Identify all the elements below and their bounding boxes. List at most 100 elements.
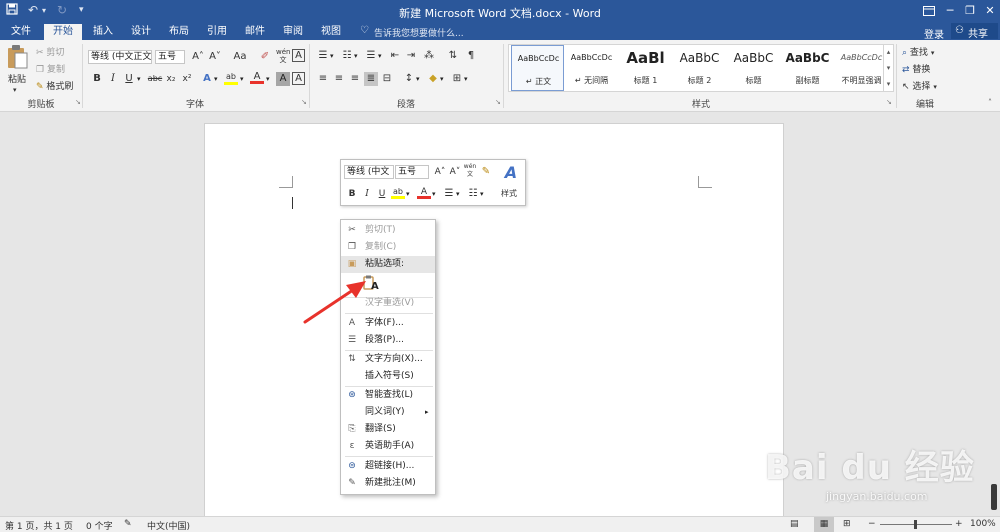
menu-item-cut[interactable]: ✂ 剪切(T) bbox=[341, 222, 435, 239]
menu-item-hyperlink[interactable]: ⊜ 超链接(H)... bbox=[341, 458, 435, 475]
share-button[interactable]: ⚇ 共享 bbox=[951, 23, 998, 40]
tab-review[interactable]: 审阅 bbox=[276, 24, 310, 40]
copy-button[interactable]: ❐ 复制 bbox=[36, 62, 65, 75]
zoom-in-button[interactable]: + bbox=[955, 519, 963, 529]
word-count[interactable]: 0 个字 bbox=[86, 519, 113, 532]
font-color-dropdown-icon[interactable]: ▾ bbox=[266, 75, 270, 83]
mini-styles-icon[interactable]: A bbox=[499, 163, 523, 183]
align-left-icon[interactable]: ≡ bbox=[316, 72, 330, 86]
shading-icon[interactable]: ◆ bbox=[426, 72, 440, 86]
menu-item-english-assistant[interactable]: ε 英语助手(A) bbox=[341, 438, 435, 455]
mini-font-color-dropdown-icon[interactable]: ▾ bbox=[432, 190, 436, 198]
style-subtitle[interactable]: AaBbC 副标题 bbox=[781, 45, 834, 91]
minimize-button[interactable]: ─ bbox=[939, 2, 961, 20]
align-right-icon[interactable]: ≡ bbox=[348, 72, 362, 86]
multilevel-list-icon[interactable]: ☰ bbox=[364, 49, 378, 63]
close-button[interactable]: ✕ bbox=[979, 2, 1000, 20]
mini-numbering-dropdown-icon[interactable]: ▾ bbox=[480, 190, 484, 198]
borders-dropdown-icon[interactable]: ▾ bbox=[464, 75, 468, 83]
sort-icon[interactable]: ⇅ bbox=[446, 49, 460, 63]
replace-button[interactable]: ⇄ 替换 bbox=[902, 62, 930, 75]
change-case-icon[interactable]: Aa bbox=[229, 50, 251, 64]
menu-item-paragraph[interactable]: ☰ 段落(P)... bbox=[341, 332, 435, 349]
sign-in-link[interactable]: 登录 bbox=[924, 26, 944, 41]
menu-item-translate[interactable]: ⎘ 翻译(S) bbox=[341, 421, 435, 438]
select-button[interactable]: ↖ 选择 ▾ bbox=[902, 79, 937, 92]
web-layout-icon[interactable]: ⊞ bbox=[843, 519, 851, 529]
collapse-ribbon-icon[interactable]: ˄ bbox=[988, 98, 992, 107]
distributed-icon[interactable]: ⊟ bbox=[380, 72, 394, 86]
zoom-slider-thumb[interactable] bbox=[914, 520, 917, 529]
read-mode-icon[interactable]: ▤ bbox=[790, 519, 799, 529]
paste-button[interactable] bbox=[6, 44, 30, 72]
tab-design[interactable]: 设计 bbox=[124, 24, 158, 40]
shrink-font-icon[interactable]: A˅ bbox=[208, 50, 222, 64]
grow-font-icon[interactable]: A˄ bbox=[191, 50, 205, 64]
clipboard-launcher-icon[interactable]: ↘ bbox=[75, 98, 81, 106]
styles-scroll[interactable]: ▴ ▾ ▾ bbox=[883, 44, 893, 92]
char-shading-icon[interactable]: A bbox=[276, 72, 290, 86]
font-size-combo[interactable]: 五号 bbox=[155, 50, 185, 64]
menu-item-synonyms[interactable]: 同义词(Y) ▸ bbox=[341, 404, 435, 421]
enclose-char-icon[interactable]: A bbox=[292, 49, 305, 62]
mini-highlight-icon[interactable]: ab bbox=[391, 185, 405, 199]
tab-home[interactable]: 开始 bbox=[44, 24, 82, 40]
mini-phonetic-icon[interactable]: wén 文 bbox=[463, 163, 477, 178]
mini-bullets-icon[interactable]: ☰ bbox=[442, 187, 456, 201]
page-count[interactable]: 第 1 页，共 1 页 bbox=[5, 519, 73, 532]
mini-font-color-icon[interactable]: A bbox=[417, 185, 431, 199]
strikethrough-icon[interactable]: abc bbox=[146, 72, 164, 86]
language-indicator[interactable]: 中文(中国) bbox=[147, 519, 190, 532]
mini-underline-icon[interactable]: U bbox=[375, 187, 389, 201]
justify-icon[interactable]: ≣ bbox=[364, 72, 378, 86]
subscript-icon[interactable]: x₂ bbox=[164, 72, 178, 86]
tab-view[interactable]: 视图 bbox=[314, 24, 348, 40]
menu-item-new-comment[interactable]: ✎ 新建批注(M) bbox=[341, 475, 435, 492]
paragraph-launcher-icon[interactable]: ↘ bbox=[495, 98, 501, 106]
mini-bullets-dropdown-icon[interactable]: ▾ bbox=[456, 190, 460, 198]
mini-grow-font-icon[interactable]: A˄ bbox=[433, 165, 447, 179]
line-spacing-dropdown-icon[interactable]: ▾ bbox=[416, 75, 420, 83]
align-center-icon[interactable]: ≡ bbox=[332, 72, 346, 86]
paste-dropdown-icon[interactable]: ▾ bbox=[13, 86, 17, 94]
increase-indent-icon[interactable]: ⇥ bbox=[404, 49, 418, 63]
tab-insert[interactable]: 插入 bbox=[86, 24, 120, 40]
mini-shrink-font-icon[interactable]: A˅ bbox=[448, 165, 462, 179]
highlight-dropdown-icon[interactable]: ▾ bbox=[240, 75, 244, 83]
numbering-dropdown-icon[interactable]: ▾ bbox=[354, 52, 358, 60]
chinese-layout-icon[interactable]: ⁂ bbox=[422, 49, 436, 63]
tell-me-box[interactable]: 告诉我您想要做什么... bbox=[374, 26, 464, 39]
clear-formatting-icon[interactable]: ✐ bbox=[258, 50, 272, 64]
tab-mailings[interactable]: 邮件 bbox=[238, 24, 272, 40]
show-marks-icon[interactable]: ¶ bbox=[464, 49, 478, 63]
shading-dropdown-icon[interactable]: ▾ bbox=[440, 75, 444, 83]
font-launcher-icon[interactable]: ↘ bbox=[301, 98, 307, 106]
scrollbar-thumb[interactable] bbox=[991, 484, 997, 510]
underline-dropdown-icon[interactable]: ▾ bbox=[137, 75, 141, 83]
bullets-icon[interactable]: ☰ bbox=[316, 49, 330, 63]
menu-item-insert-symbol[interactable]: 插入符号(S) bbox=[341, 368, 435, 385]
tab-file[interactable]: 文件 bbox=[4, 24, 38, 40]
mini-numbering-icon[interactable]: ☷ bbox=[466, 187, 480, 201]
style-subtle-emphasis[interactable]: AaBbCcDc 不明显强调 bbox=[835, 45, 888, 91]
restore-button[interactable]: ❐ bbox=[959, 2, 981, 20]
font-color-icon[interactable]: A bbox=[250, 70, 264, 84]
style-normal[interactable]: AaBbCcDc ↵ 正文 bbox=[511, 45, 564, 91]
cut-button[interactable]: ✂ 剪切 bbox=[36, 45, 64, 58]
char-border-icon[interactable]: A bbox=[292, 72, 305, 85]
style-heading-1[interactable]: AaBl 标题 1 bbox=[619, 45, 672, 91]
underline-icon[interactable]: U bbox=[122, 72, 136, 86]
vertical-scrollbar[interactable] bbox=[989, 112, 1000, 516]
bold-icon[interactable]: B bbox=[90, 72, 104, 86]
ribbon-display-options-icon[interactable] bbox=[918, 2, 940, 20]
proofing-icon[interactable]: ✎ bbox=[124, 519, 132, 529]
style-no-spacing[interactable]: AaBbCcDc ↵ 无间隔 bbox=[565, 45, 618, 91]
highlight-icon[interactable]: ab bbox=[224, 70, 238, 85]
styles-launcher-icon[interactable]: ↘ bbox=[886, 98, 892, 106]
print-layout-icon[interactable]: ▦ bbox=[814, 517, 834, 532]
mini-format-painter-icon[interactable]: ✎ bbox=[479, 165, 493, 179]
decrease-indent-icon[interactable]: ⇤ bbox=[388, 49, 402, 63]
mini-font-size-combo[interactable]: 五号 bbox=[395, 165, 429, 179]
mini-italic-icon[interactable]: I bbox=[360, 187, 374, 201]
line-spacing-icon[interactable]: ↕ bbox=[402, 72, 416, 86]
